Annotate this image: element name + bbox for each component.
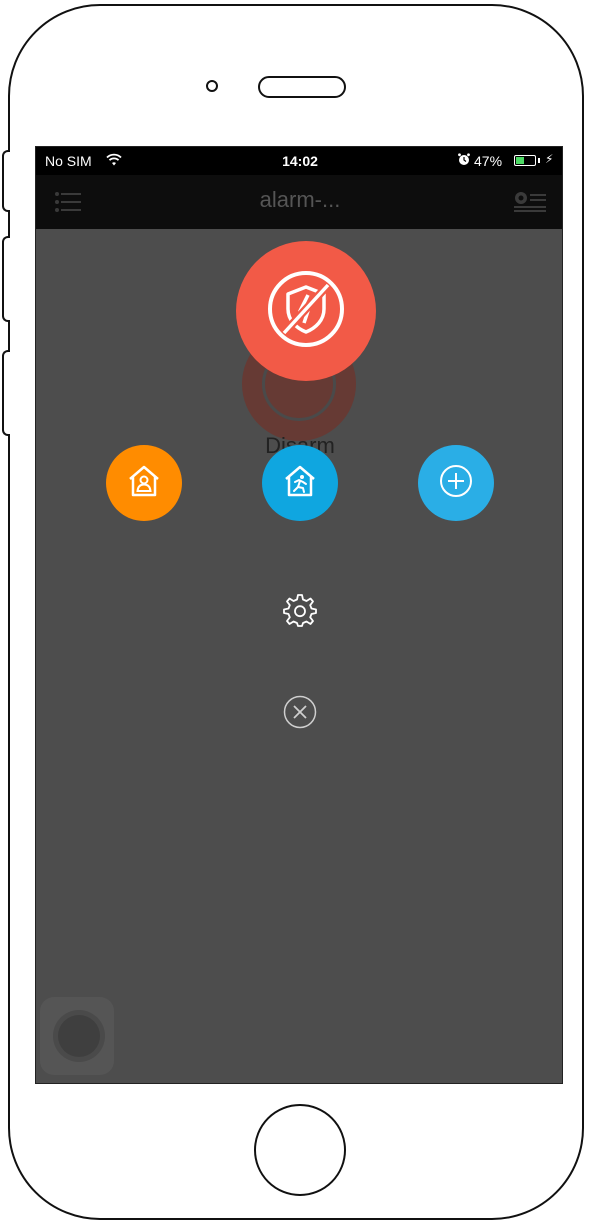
disarm-button[interactable]	[236, 241, 376, 381]
away-arm-button[interactable]	[262, 445, 338, 521]
settings-button[interactable]	[282, 593, 318, 629]
home-running-icon	[282, 464, 318, 503]
battery-percent: 47%	[474, 153, 503, 169]
front-camera	[206, 80, 218, 92]
camera-list-icon[interactable]	[514, 191, 546, 218]
plus-icon	[438, 463, 474, 504]
nav-title: alarm-...	[259, 187, 341, 212]
charging-bolt-icon: ⚡︎	[545, 152, 554, 166]
battery-icon	[514, 155, 536, 166]
close-icon	[282, 695, 318, 734]
mute-switch	[2, 150, 10, 212]
nav-bar: alarm-...	[36, 175, 562, 229]
close-button[interactable]	[282, 694, 318, 730]
volume-down-button	[2, 350, 10, 436]
home-person-icon	[126, 464, 162, 503]
home-button[interactable]	[254, 1104, 346, 1196]
app-screen: No SIM 14:02 47% ⚡︎ alarm-...	[35, 146, 563, 1084]
add-button[interactable]	[418, 445, 494, 521]
status-bar: No SIM 14:02 47% ⚡︎	[36, 147, 562, 175]
earpiece-speaker	[258, 76, 346, 98]
gear-icon	[282, 594, 318, 633]
floating-widget-dot	[58, 1015, 100, 1057]
battery-cap	[538, 158, 540, 163]
home-arm-button[interactable]	[106, 445, 182, 521]
volume-up-button	[2, 236, 10, 322]
battery-level-fill	[516, 157, 524, 164]
alarm-clock-icon	[458, 153, 470, 169]
shield-disarm-icon	[264, 267, 348, 356]
